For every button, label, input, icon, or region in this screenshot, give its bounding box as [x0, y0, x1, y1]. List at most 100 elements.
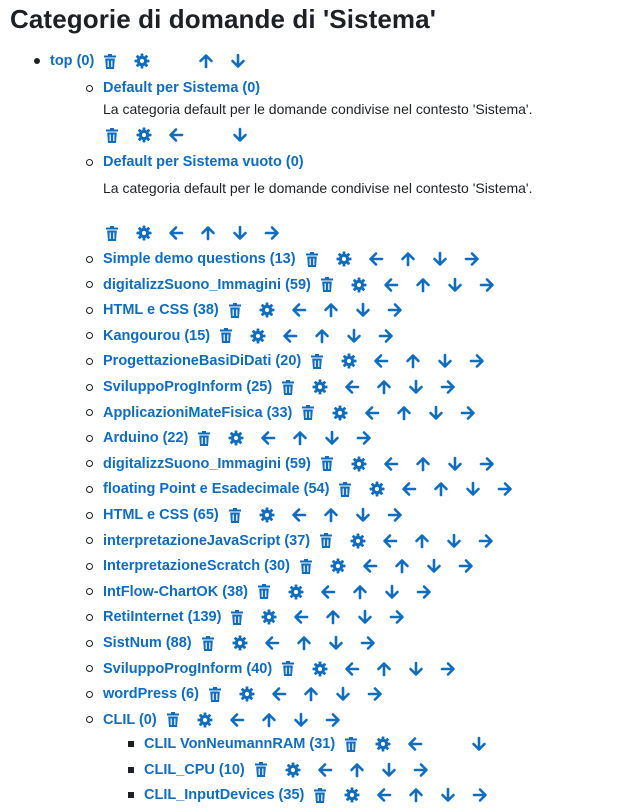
trash-icon[interactable]	[104, 127, 120, 143]
arrow-left-icon[interactable]	[293, 609, 309, 625]
arrow-up-icon[interactable]	[376, 661, 392, 677]
category-link[interactable]: SistNum (88)	[103, 635, 192, 651]
arrow-up-icon[interactable]	[414, 533, 430, 549]
category-link[interactable]: SviluppoProgInform (40)	[103, 661, 272, 677]
arrow-left-icon[interactable]	[362, 558, 378, 574]
arrow-left-icon[interactable]	[344, 661, 360, 677]
gear-icon[interactable]	[136, 225, 152, 241]
trash-icon[interactable]	[102, 53, 118, 69]
arrow-up-icon[interactable]	[405, 353, 421, 369]
arrow-down-icon[interactable]	[465, 481, 481, 497]
arrow-up-icon[interactable]	[325, 609, 341, 625]
arrow-up-icon[interactable]	[303, 686, 319, 702]
trash-icon[interactable]	[253, 762, 269, 778]
category-link[interactable]: Kangourou (15)	[103, 328, 210, 344]
trash-icon[interactable]	[196, 430, 212, 446]
arrow-down-icon[interactable]	[328, 635, 344, 651]
arrow-down-icon[interactable]	[408, 379, 424, 395]
arrow-up-icon[interactable]	[292, 430, 308, 446]
trash-icon[interactable]	[200, 635, 216, 651]
arrow-left-icon[interactable]	[271, 686, 287, 702]
category-link[interactable]: CLIL_CPU (10)	[144, 762, 245, 778]
arrow-right-icon[interactable]	[378, 328, 394, 344]
arrow-up-icon[interactable]	[376, 379, 392, 395]
arrow-right-icon[interactable]	[440, 661, 456, 677]
arrow-left-icon[interactable]	[373, 353, 389, 369]
arrow-left-icon[interactable]	[401, 481, 417, 497]
category-link[interactable]: floating Point e Esadecimale (54)	[103, 481, 329, 497]
arrow-right-icon[interactable]	[387, 507, 403, 523]
category-link[interactable]: ProgettazioneBasiDiDati (20)	[103, 353, 301, 369]
arrow-down-icon[interactable]	[324, 430, 340, 446]
arrow-right-icon[interactable]	[325, 712, 341, 728]
arrow-left-icon[interactable]	[407, 736, 423, 752]
arrow-left-icon[interactable]	[229, 712, 245, 728]
trash-icon[interactable]	[165, 712, 181, 728]
trash-icon[interactable]	[318, 533, 334, 549]
arrow-up-icon[interactable]	[408, 787, 424, 803]
arrow-right-icon[interactable]	[387, 302, 403, 318]
arrow-left-icon[interactable]	[376, 787, 392, 803]
category-link[interactable]: top (0)	[50, 53, 94, 69]
gear-icon[interactable]	[259, 302, 275, 318]
arrow-up-icon[interactable]	[200, 225, 216, 241]
trash-icon[interactable]	[319, 277, 335, 293]
gear-icon[interactable]	[375, 736, 391, 752]
arrow-left-icon[interactable]	[317, 762, 333, 778]
gear-icon[interactable]	[332, 405, 348, 421]
trash-icon[interactable]	[218, 328, 234, 344]
arrow-down-icon[interactable]	[232, 127, 248, 143]
arrow-left-icon[interactable]	[168, 225, 184, 241]
arrow-right-icon[interactable]	[497, 481, 513, 497]
arrow-right-icon[interactable]	[478, 533, 494, 549]
gear-icon[interactable]	[350, 533, 366, 549]
trash-icon[interactable]	[104, 225, 120, 241]
trash-icon[interactable]	[227, 507, 243, 523]
arrow-up-icon[interactable]	[415, 277, 431, 293]
category-link[interactable]: wordPress (6)	[103, 686, 199, 702]
category-link[interactable]: CLIL (0)	[103, 712, 157, 728]
arrow-down-icon[interactable]	[357, 609, 373, 625]
arrow-right-icon[interactable]	[472, 787, 488, 803]
trash-icon[interactable]	[207, 686, 223, 702]
arrow-right-icon[interactable]	[416, 584, 432, 600]
category-link[interactable]: InterpretazioneScratch (30)	[103, 558, 290, 574]
arrow-right-icon[interactable]	[389, 609, 405, 625]
arrow-left-icon[interactable]	[264, 635, 280, 651]
arrow-right-icon[interactable]	[264, 225, 280, 241]
gear-icon[interactable]	[285, 762, 301, 778]
arrow-left-icon[interactable]	[383, 277, 399, 293]
arrow-down-icon[interactable]	[293, 712, 309, 728]
arrow-up-icon[interactable]	[433, 481, 449, 497]
arrow-down-icon[interactable]	[447, 277, 463, 293]
gear-icon[interactable]	[250, 328, 266, 344]
category-link[interactable]: RetiInternet (139)	[103, 609, 221, 625]
arrow-up-icon[interactable]	[261, 712, 277, 728]
gear-icon[interactable]	[197, 712, 213, 728]
arrow-right-icon[interactable]	[479, 456, 495, 472]
trash-icon[interactable]	[343, 736, 359, 752]
gear-icon[interactable]	[330, 558, 346, 574]
arrow-down-icon[interactable]	[440, 787, 456, 803]
arrow-left-icon[interactable]	[364, 405, 380, 421]
arrow-up-icon[interactable]	[323, 507, 339, 523]
arrow-down-icon[interactable]	[432, 251, 448, 267]
trash-icon[interactable]	[300, 405, 316, 421]
gear-icon[interactable]	[259, 507, 275, 523]
arrow-right-icon[interactable]	[464, 251, 480, 267]
gear-icon[interactable]	[228, 430, 244, 446]
arrow-down-icon[interactable]	[408, 661, 424, 677]
gear-icon[interactable]	[351, 456, 367, 472]
arrow-down-icon[interactable]	[230, 53, 246, 69]
gear-icon[interactable]	[232, 635, 248, 651]
category-link[interactable]: Arduino (22)	[103, 430, 188, 446]
category-link[interactable]: digitalizzSuono_Immagini (59)	[103, 277, 311, 293]
gear-icon[interactable]	[261, 609, 277, 625]
arrow-down-icon[interactable]	[437, 353, 453, 369]
arrow-right-icon[interactable]	[360, 635, 376, 651]
gear-icon[interactable]	[336, 251, 352, 267]
arrow-right-icon[interactable]	[469, 353, 485, 369]
gear-icon[interactable]	[369, 481, 385, 497]
trash-icon[interactable]	[280, 379, 296, 395]
trash-icon[interactable]	[280, 661, 296, 677]
